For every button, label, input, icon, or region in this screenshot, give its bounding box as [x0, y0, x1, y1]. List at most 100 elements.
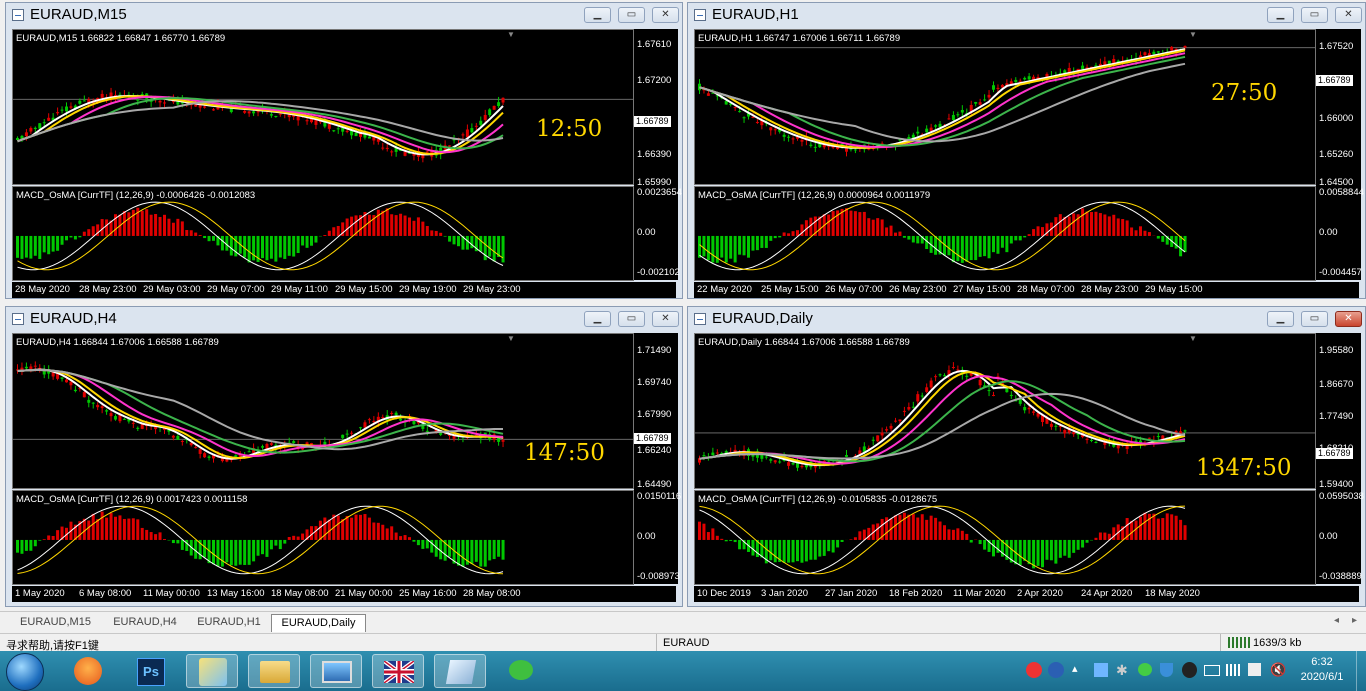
gear-icon[interactable]: ✱: [1116, 662, 1128, 679]
photoshop-app[interactable]: Ps: [124, 654, 176, 688]
candle-body: [889, 425, 893, 429]
macd-bar: [78, 235, 82, 238]
close-button[interactable]: ✕: [652, 7, 679, 23]
start-orb[interactable]: [6, 653, 44, 691]
tab-scroll-right-icon[interactable]: ▸: [1352, 615, 1357, 626]
uk-flag-app[interactable]: [372, 654, 424, 688]
flag-icon[interactable]: [1248, 663, 1261, 676]
candle-body: [853, 149, 857, 151]
window-titlebar[interactable]: EURAUD,H4 ▁ ▭ ✕: [6, 307, 682, 331]
macd-bar: [274, 235, 278, 262]
close-button[interactable]: ✕: [652, 311, 679, 327]
close-button[interactable]: ✕: [1335, 311, 1362, 327]
moving-average-line: [699, 380, 1186, 463]
candle-body: [109, 413, 113, 417]
minimize-button[interactable]: ▁: [584, 311, 611, 327]
macd-bar: [448, 235, 452, 242]
maximize-button[interactable]: ▭: [1301, 311, 1328, 327]
macd-bar: [858, 212, 862, 236]
macd-bar: [82, 231, 86, 236]
macd-bar: [782, 539, 786, 563]
tab-scroll-left-icon[interactable]: ◂: [1334, 615, 1339, 626]
minimize-button[interactable]: ▁: [1267, 7, 1294, 23]
tab-euraud-h1[interactable]: EURAUD,H1: [187, 614, 271, 631]
macd-bar: [934, 517, 938, 540]
tab-euraud-m15[interactable]: EURAUD,M15: [8, 614, 103, 631]
candle-body: [987, 94, 991, 98]
candle-body: [359, 427, 362, 429]
macd-bar: [29, 235, 33, 259]
clock[interactable]: 6:32 2020/6/1: [1292, 655, 1352, 685]
show-desktop-button[interactable]: [1356, 651, 1366, 691]
macd-bar: [314, 235, 318, 243]
volume-muted-icon[interactable]: 🔇: [1270, 662, 1286, 678]
paint-app[interactable]: [186, 654, 238, 688]
minimize-button[interactable]: ▁: [584, 7, 611, 23]
macd-bar: [1072, 213, 1076, 236]
maximize-button[interactable]: ▭: [1301, 7, 1328, 23]
maximize-button[interactable]: ▭: [618, 7, 645, 23]
macd-bar: [16, 235, 19, 258]
macd-bar: [813, 539, 817, 560]
time-tick-label: 29 May 07:00: [207, 284, 265, 295]
window-titlebar[interactable]: EURAUD,Daily ▁ ▭ ✕: [688, 307, 1365, 331]
tray-chevron-icon[interactable]: ▴: [1072, 662, 1078, 675]
macd-bar: [773, 539, 777, 563]
candle-body: [136, 99, 140, 101]
fox-app[interactable]: [62, 654, 114, 688]
close-button[interactable]: ✕: [1335, 7, 1362, 23]
photo-viewer-app[interactable]: [310, 654, 362, 688]
candle-body: [310, 443, 313, 445]
minimize-button[interactable]: ▁: [1267, 311, 1294, 327]
macd-bar: [1081, 539, 1085, 548]
shield-icon[interactable]: [1160, 663, 1173, 677]
maximize-button[interactable]: ▭: [618, 311, 645, 327]
candle-body: [65, 106, 68, 112]
macd-bar: [252, 539, 256, 562]
macd-bar: [376, 522, 380, 540]
macd-bar: [751, 539, 755, 556]
notebook-app[interactable]: [434, 654, 486, 688]
candle-body: [1000, 84, 1004, 88]
macd-bar: [310, 235, 313, 246]
candle-body: [1023, 407, 1027, 411]
tab-euraud-daily[interactable]: EURAUD,Daily: [271, 614, 366, 632]
candle-body: [78, 100, 82, 104]
wechat-app[interactable]: [496, 654, 548, 688]
macd-bar: [479, 539, 483, 567]
signal-icon[interactable]: [1226, 664, 1240, 676]
macd-signal-line: [17, 505, 504, 575]
macd-bar: [1063, 216, 1067, 236]
chat-icon[interactable]: [1138, 663, 1152, 676]
macd-bar: [158, 532, 162, 540]
moving-average-line: [17, 95, 504, 155]
window-title: EURAUD,M15: [30, 6, 127, 23]
candle-body: [122, 418, 126, 420]
macd-bar: [292, 235, 296, 257]
network-box-icon[interactable]: [1094, 663, 1108, 677]
macd-bar: [1027, 539, 1031, 565]
macd-bar: [163, 214, 166, 236]
macd-bar: [1067, 539, 1071, 558]
battery-icon[interactable]: [1204, 665, 1220, 676]
candle-body: [907, 137, 911, 140]
macd-bar: [916, 235, 920, 244]
fox-icon: [74, 657, 102, 685]
macd-bar: [501, 539, 505, 560]
macd-bar: [394, 215, 398, 236]
macd-bar: [492, 235, 496, 262]
candle-body: [269, 114, 273, 116]
window-titlebar[interactable]: EURAUD,M15 ▁ ▭ ✕: [6, 3, 682, 27]
time-tick-label: 18 May 08:00: [271, 588, 329, 599]
time-tick-label: 29 May 19:00: [399, 284, 457, 295]
window-titlebar[interactable]: EURAUD,H1 ▁ ▭ ✕: [688, 3, 1365, 27]
chart-tab-bar: EURAUD,M15 EURAUD,H4 EURAUD,H1 EURAUD,Da…: [0, 611, 1366, 633]
tab-euraud-h4[interactable]: EURAUD,H4: [103, 614, 187, 631]
help-icon[interactable]: [1048, 662, 1064, 678]
candle-body: [702, 455, 706, 457]
sogou-icon[interactable]: [1026, 662, 1042, 678]
macd-bar: [234, 539, 238, 566]
file-explorer-app[interactable]: [248, 654, 300, 688]
penguin-icon[interactable]: [1182, 662, 1197, 678]
macd-bar: [898, 231, 902, 236]
